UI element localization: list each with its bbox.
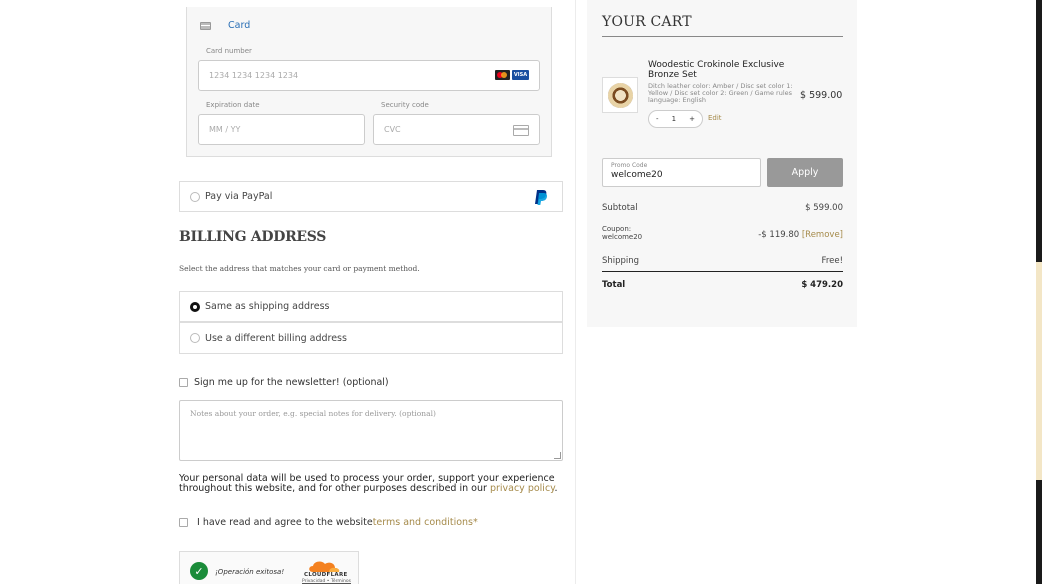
newsletter-checkbox[interactable] (179, 378, 188, 387)
success-check-icon: ✓ (190, 562, 208, 580)
order-notes-textarea[interactable]: Notes about your order, e.g. special not… (179, 400, 563, 461)
captcha-widget[interactable]: ✓ ¡Operación exitosa! CLOUDFLARE Privaci… (179, 551, 359, 584)
captcha-links[interactable]: Privacidad • Términos (302, 579, 351, 584)
quantity-increase-button[interactable]: + (689, 115, 695, 123)
billing-different-radio[interactable] (190, 333, 200, 343)
quantity-stepper[interactable]: - 1 + (648, 110, 703, 128)
security-code-placeholder: CVC (384, 125, 401, 134)
cvc-card-icon (513, 125, 529, 136)
cart-title-rule (602, 36, 843, 37)
card-number-placeholder: 1234 1234 1234 1234 (209, 71, 299, 80)
shipping-row: Shipping Free! (602, 256, 843, 266)
paypal-icon (535, 190, 548, 205)
subtotal-label: Subtotal (602, 203, 638, 213)
shipping-label: Shipping (602, 256, 640, 266)
terms-row[interactable]: I have read and agree to the website ter… (179, 517, 478, 528)
product-options: Ditch leather color: Amber / Disc set co… (648, 82, 793, 104)
coupon-row: Coupon: welcome20 -$ 119.80 [Remove] (602, 225, 843, 241)
privacy-policy-link[interactable]: privacy policy (490, 483, 555, 494)
promo-code-value: welcome20 (611, 170, 663, 180)
billing-address-subtitle: Select the address that matches your car… (179, 264, 420, 273)
coupon-code: welcome20 (602, 232, 643, 241)
captcha-status: ¡Operación exitosa! (215, 568, 285, 576)
expiration-label: Expiration date (206, 101, 260, 109)
newsletter-label: Sign me up for the newsletter! (optional… (194, 377, 389, 388)
edit-item-link[interactable]: Edit (708, 114, 722, 122)
total-row: Total $ 479.20 (602, 280, 843, 290)
privacy-suffix: . (554, 482, 558, 494)
card-number-label: Card number (206, 47, 252, 55)
total-value: $ 479.20 (801, 280, 843, 290)
required-mark: * (473, 517, 478, 528)
billing-option-label: Use a different billing address (205, 332, 347, 344)
product-name[interactable]: Woodestic Crokinole Exclusive Bronze Set (648, 60, 798, 80)
order-notes-placeholder: Notes about your order, e.g. special not… (190, 409, 436, 418)
newsletter-row[interactable]: Sign me up for the newsletter! (optional… (179, 377, 389, 388)
billing-option-different[interactable]: Use a different billing address (179, 322, 563, 354)
product-thumbnail[interactable] (602, 77, 638, 113)
cloudflare-logo-icon (309, 561, 340, 572)
scrollbar-thumb[interactable] (1036, 262, 1042, 480)
subtotal-row: Subtotal $ 599.00 (602, 203, 843, 213)
privacy-notice: Your personal data will be used to proce… (179, 474, 563, 493)
promo-code-input[interactable]: Promo Code welcome20 (602, 158, 761, 187)
quantity-value[interactable]: 1 (672, 115, 676, 123)
credit-card-icon (200, 21, 211, 30)
expiration-input[interactable]: MM / YY (198, 114, 365, 145)
coupon-discount: -$ 119.80 (758, 230, 800, 240)
promo-code-label: Promo Code (611, 162, 648, 169)
cloudflare-brand: CLOUDFLARE (304, 572, 348, 578)
billing-same-radio[interactable] (190, 301, 200, 312)
billing-option-same[interactable]: Same as shipping address (179, 291, 563, 322)
visa-icon: VISA (512, 70, 529, 80)
subtotal-value: $ 599.00 (805, 203, 843, 213)
total-label: Total (602, 280, 626, 290)
total-divider (602, 271, 843, 272)
quantity-decrease-button[interactable]: - (656, 115, 659, 123)
shipping-value: Free! (821, 256, 843, 266)
card-number-input[interactable]: 1234 1234 1234 1234 VISA (198, 60, 540, 91)
cart-panel: YOUR CART Woodestic Crokinole Exclusive … (587, 0, 857, 327)
page-scrollbar[interactable] (1036, 0, 1042, 584)
security-code-label: Security code (381, 101, 429, 109)
column-divider (575, 0, 576, 584)
card-tab[interactable]: Card (200, 20, 250, 31)
terms-text: I have read and agree to the website (197, 517, 373, 528)
textarea-resize-handle[interactable] (554, 452, 561, 459)
mastercard-icon (495, 70, 510, 80)
expiration-placeholder: MM / YY (209, 125, 241, 134)
cart-title: YOUR CART (602, 14, 692, 30)
crokinole-board-image (608, 83, 633, 108)
terms-link[interactable]: terms and conditions (373, 517, 473, 528)
coupon-label-group: Coupon: welcome20 (602, 225, 643, 241)
product-price: $ 599.00 (800, 90, 843, 101)
paypal-option[interactable]: Pay via PayPal (179, 181, 563, 212)
coupon-amount-group: -$ 119.80 [Remove] (758, 230, 843, 241)
terms-checkbox[interactable] (179, 518, 188, 527)
billing-address-title: BILLING ADDRESS (179, 229, 327, 245)
card-tab-label: Card (228, 20, 251, 31)
paypal-radio[interactable] (190, 191, 200, 202)
security-code-input[interactable]: CVC (373, 114, 540, 145)
card-payment-panel: Card Card number 1234 1234 1234 1234 VIS… (186, 7, 552, 157)
paypal-label: Pay via PayPal (205, 191, 273, 202)
billing-option-label: Same as shipping address (205, 301, 330, 312)
apply-promo-button[interactable]: Apply (767, 158, 843, 187)
remove-coupon-link[interactable]: [Remove] (802, 230, 843, 240)
